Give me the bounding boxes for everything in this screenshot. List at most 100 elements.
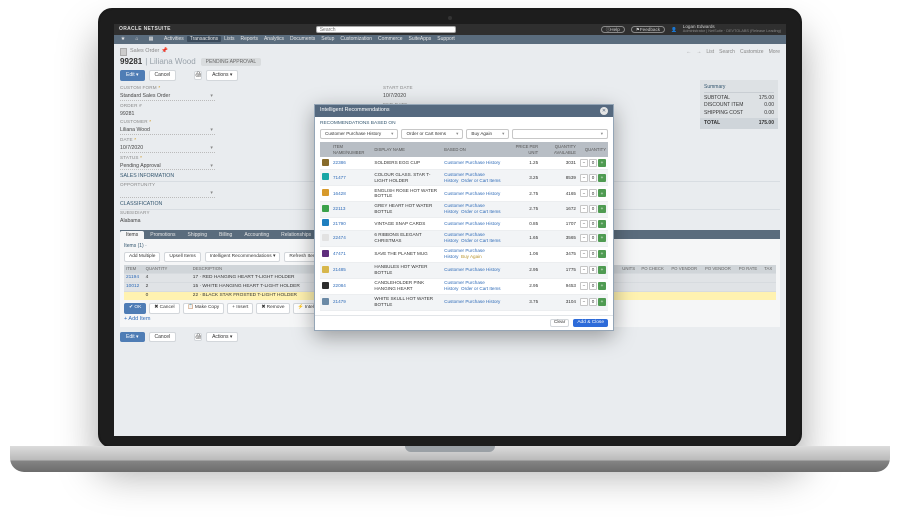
subtab-accounting[interactable]: Accounting: [238, 231, 275, 240]
qty-minus[interactable]: −: [580, 250, 588, 258]
customize-link[interactable]: Customize: [740, 49, 764, 56]
qty-plus[interactable]: +: [598, 174, 606, 182]
rec-sku[interactable]: 21790: [331, 217, 372, 230]
edit-button-bottom[interactable]: Edit ▾: [120, 332, 145, 343]
prev-record[interactable]: ←: [686, 49, 691, 56]
qty-value[interactable]: 0: [589, 298, 597, 306]
rec-sku[interactable]: 22113: [331, 201, 372, 217]
qty-plus[interactable]: +: [598, 205, 606, 213]
cancel-button-bottom[interactable]: Cancel: [149, 332, 177, 343]
field-label: START DATE: [383, 85, 478, 91]
menu-commerce[interactable]: Commerce: [375, 36, 405, 42]
rec-sku[interactable]: 22084: [331, 278, 372, 294]
field-value[interactable]: ▾: [120, 190, 215, 198]
shortcuts-icon[interactable]: ▦: [147, 36, 155, 43]
more-link[interactable]: More: [769, 49, 780, 56]
filter-buy-again[interactable]: Buy Again▾: [466, 129, 509, 139]
items-btn[interactable]: Upsell Items: [164, 252, 200, 262]
print-icon[interactable]: 🖨: [194, 71, 202, 80]
field-value[interactable]: Pending Approval▾: [120, 163, 215, 171]
qty-minus[interactable]: −: [580, 298, 588, 306]
close-icon[interactable]: ✕: [600, 107, 608, 115]
home-icon[interactable]: ⌂: [133, 36, 141, 43]
qty-minus[interactable]: −: [580, 282, 588, 290]
qty-minus[interactable]: −: [580, 220, 588, 228]
line-action[interactable]: + Insert: [227, 303, 253, 313]
qty-plus[interactable]: +: [598, 298, 606, 306]
qty-minus[interactable]: −: [580, 266, 588, 274]
recents-icon[interactable]: ★: [119, 36, 127, 43]
qty-plus[interactable]: +: [598, 220, 606, 228]
qty-minus[interactable]: −: [580, 234, 588, 242]
rec-sku[interactable]: 71477: [331, 170, 372, 186]
line-action[interactable]: ✖ Remove: [256, 303, 289, 313]
qty-plus[interactable]: +: [598, 250, 606, 258]
feedback-link[interactable]: ⚑ Feedback: [631, 26, 665, 33]
menu-setup[interactable]: Setup: [318, 36, 337, 42]
rec-sku[interactable]: 21479: [331, 294, 372, 310]
search-input[interactable]: [316, 26, 456, 33]
next-record[interactable]: →: [696, 49, 701, 56]
rec-sku[interactable]: 22474: [331, 230, 372, 246]
qty-value[interactable]: 0: [589, 205, 597, 213]
rec-sku[interactable]: 21485: [331, 262, 372, 278]
menu-reports[interactable]: Reports: [237, 36, 261, 42]
qty-value[interactable]: 0: [589, 159, 597, 167]
menu-activities[interactable]: Activities: [161, 36, 187, 42]
subtab-billing[interactable]: Billing: [213, 231, 238, 240]
search-link[interactable]: Search: [719, 49, 735, 56]
qty-value[interactable]: 0: [589, 220, 597, 228]
clear-button[interactable]: Clear: [550, 319, 569, 327]
line-action[interactable]: ✔ OK: [124, 303, 146, 313]
qty-value[interactable]: 0: [589, 174, 597, 182]
qty-value[interactable]: 0: [589, 189, 597, 197]
pin-icon[interactable]: 📌: [161, 48, 168, 55]
filter-customer-history[interactable]: Customer Purchase History▾: [320, 129, 398, 139]
menu-analytics[interactable]: Analytics: [261, 36, 287, 42]
line-action[interactable]: ✖ Cancel: [149, 303, 179, 313]
cancel-button[interactable]: Cancel: [149, 70, 177, 81]
menu-customization[interactable]: Customization: [337, 36, 375, 42]
avatar-icon[interactable]: 👤: [671, 27, 677, 33]
filter-cart-items[interactable]: Order or Cart Items▾: [401, 129, 463, 139]
subtab-relationships[interactable]: Relationships: [275, 231, 317, 240]
subtab-promotions[interactable]: Promotions: [144, 231, 181, 240]
qty-value[interactable]: 0: [589, 282, 597, 290]
print-icon-bottom[interactable]: 🖨: [194, 333, 202, 342]
items-btn[interactable]: Add Multiple: [124, 252, 160, 262]
field-value[interactable]: Liliana Wood▾: [120, 127, 215, 135]
qty-value[interactable]: 0: [589, 234, 597, 242]
qty-plus[interactable]: +: [598, 189, 606, 197]
line-action[interactable]: 📋 Make Copy: [183, 303, 225, 313]
menu-transactions[interactable]: Transactions: [187, 36, 221, 42]
qty-plus[interactable]: +: [598, 266, 606, 274]
menu-suiteapps[interactable]: SuiteApps: [406, 36, 435, 42]
qty-plus[interactable]: +: [598, 234, 606, 242]
rec-sku[interactable]: 47471: [331, 246, 372, 262]
rec-sku[interactable]: 16428: [331, 186, 372, 202]
qty-plus[interactable]: +: [598, 159, 606, 167]
field-value[interactable]: 10/7/2020▾: [120, 145, 215, 153]
add-close-button[interactable]: Add & Close: [573, 319, 608, 327]
actions-menu-bottom[interactable]: Actions ▾: [206, 332, 238, 343]
menu-support[interactable]: Support: [434, 36, 458, 42]
list-link[interactable]: List: [706, 49, 714, 56]
qty-minus[interactable]: −: [580, 174, 588, 182]
qty-minus[interactable]: −: [580, 205, 588, 213]
qty-value[interactable]: 0: [589, 266, 597, 274]
qty-minus[interactable]: −: [580, 159, 588, 167]
qty-plus[interactable]: +: [598, 282, 606, 290]
menu-lists[interactable]: Lists: [221, 36, 237, 42]
subtab-items[interactable]: Items: [120, 231, 144, 240]
edit-button[interactable]: Edit ▾: [120, 70, 145, 81]
filter-more[interactable]: ▾: [512, 129, 608, 139]
field-value[interactable]: Standard Sales Order▾: [120, 93, 215, 101]
qty-minus[interactable]: −: [580, 189, 588, 197]
items-btn[interactable]: Intelligent Recommendations ▾: [205, 252, 281, 262]
help-link[interactable]: ⓘ Help: [601, 26, 625, 33]
subtab-shipping[interactable]: Shipping: [182, 231, 213, 240]
rec-sku[interactable]: 22386: [331, 157, 372, 169]
qty-value[interactable]: 0: [589, 250, 597, 258]
actions-menu[interactable]: Actions ▾: [206, 70, 238, 81]
menu-documents[interactable]: Documents: [287, 36, 318, 42]
